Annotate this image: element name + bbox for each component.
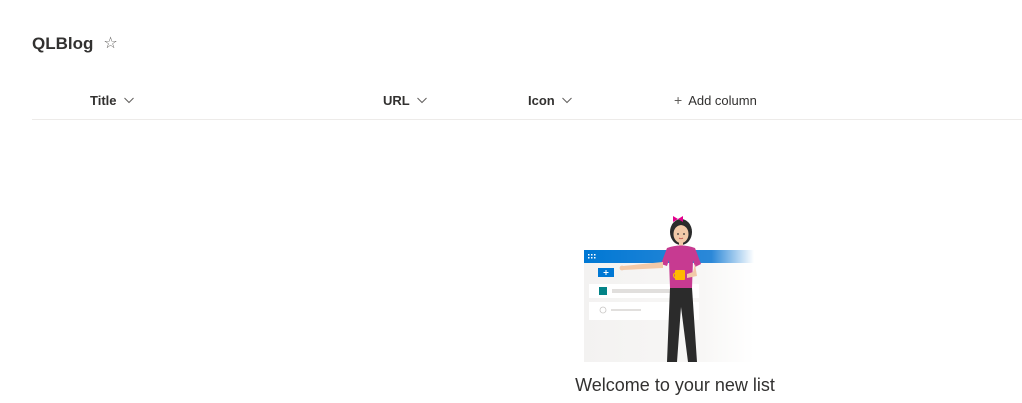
column-header-row: Title URL Icon + Add column xyxy=(32,80,1022,120)
empty-state-message: Welcome to your new list xyxy=(575,375,775,395)
list-title: QLBlog xyxy=(32,34,94,53)
chevron-down-icon xyxy=(123,97,134,104)
favorite-star-icon[interactable]: ☆ xyxy=(103,36,117,52)
column-header-label: URL xyxy=(383,92,410,108)
add-column-label: Add column xyxy=(688,92,757,108)
column-header-label: Title xyxy=(90,92,117,108)
column-header-label: Icon xyxy=(528,92,555,108)
empty-list-illustration xyxy=(584,216,754,362)
chevron-down-icon xyxy=(416,97,427,104)
column-header-url[interactable]: URL xyxy=(383,89,428,111)
column-header-icon[interactable]: Icon xyxy=(528,89,573,111)
add-column-button[interactable]: + Add column xyxy=(674,89,757,111)
chevron-down-icon xyxy=(561,97,572,104)
column-header-title[interactable]: Title xyxy=(90,89,135,111)
plus-icon: + xyxy=(674,92,683,108)
list-title-row: QLBlog ☆ xyxy=(32,34,118,54)
list-page: QLBlog ☆ Title URL Icon + Add column Wel… xyxy=(0,0,1022,403)
